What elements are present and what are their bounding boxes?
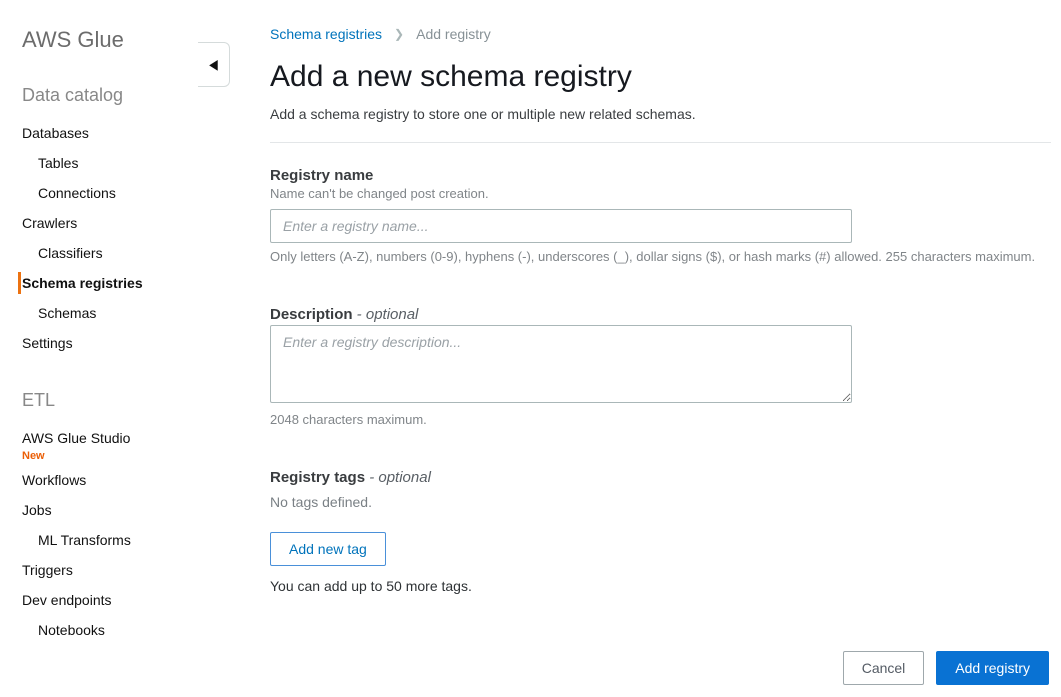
service-title: AWS Glue <box>0 0 190 53</box>
field-registry-tags: Registry tags - optional No tags defined… <box>270 469 1051 594</box>
registry-name-label: Registry name <box>270 167 1051 184</box>
sidebar-item-glue-studio[interactable]: AWS Glue Studio <box>0 423 190 453</box>
tags-optional: - optional <box>365 469 431 486</box>
sidebar-item-settings[interactable]: Settings <box>0 328 190 358</box>
sidebar-item-jobs[interactable]: Jobs <box>0 495 190 525</box>
registry-name-input[interactable] <box>270 209 852 243</box>
cancel-button[interactable]: Cancel <box>843 651 925 685</box>
description-textarea[interactable] <box>270 325 852 403</box>
sidebar-item-schemas[interactable]: Schemas <box>0 298 190 328</box>
sidebar-item-tables[interactable]: Tables <box>0 148 190 178</box>
sidebar-item-ml-transforms[interactable]: ML Transforms <box>0 525 190 555</box>
sidebar-collapse-toggle[interactable]: ◀ <box>198 42 230 87</box>
sidebar-item-workflows[interactable]: Workflows <box>0 465 190 495</box>
description-label: Description - optional <box>270 306 1051 323</box>
sidebar-item-schema-registries[interactable]: Schema registries <box>0 268 190 298</box>
registry-name-hint-top: Name can't be changed post creation. <box>270 186 1051 201</box>
page-subtitle: Add a schema registry to store one or mu… <box>270 106 1061 122</box>
tags-label: Registry tags - optional <box>270 469 1051 486</box>
sidebar-item-databases[interactable]: Databases <box>0 118 190 148</box>
sidebar-section-etl: ETL <box>0 390 190 411</box>
breadcrumb-parent-link[interactable]: Schema registries <box>270 26 382 42</box>
add-new-tag-button[interactable]: Add new tag <box>270 532 386 566</box>
tags-label-text: Registry tags <box>270 469 365 486</box>
sidebar-item-notebooks[interactable]: Notebooks <box>0 615 190 645</box>
chevron-right-icon: ❯ <box>394 27 404 41</box>
breadcrumb-current: Add registry <box>416 26 491 42</box>
field-description: Description - optional 2048 characters m… <box>270 306 1051 427</box>
sidebar-item-crawlers[interactable]: Crawlers <box>0 208 190 238</box>
tags-help-text: You can add up to 50 more tags. <box>270 578 1051 594</box>
page-title: Add a new schema registry <box>270 60 1061 94</box>
sidebar-nav-data-catalog: Databases Tables Connections Crawlers Cl… <box>0 118 190 358</box>
description-optional: - optional <box>353 306 419 323</box>
footer-actions: Cancel Add registry <box>843 651 1049 685</box>
tags-empty-text: No tags defined. <box>270 494 1051 510</box>
description-label-text: Description <box>270 306 353 323</box>
sidebar: AWS Glue Data catalog Databases Tables C… <box>0 0 190 697</box>
field-registry-name: Registry name Name can't be changed post… <box>270 167 1051 264</box>
sidebar-item-triggers[interactable]: Triggers <box>0 555 190 585</box>
sidebar-nav-etl: AWS Glue Studio New Workflows Jobs ML Tr… <box>0 423 190 645</box>
sidebar-item-connections[interactable]: Connections <box>0 178 190 208</box>
sidebar-item-classifiers[interactable]: Classifiers <box>0 238 190 268</box>
sidebar-item-dev-endpoints[interactable]: Dev endpoints <box>0 585 190 615</box>
registry-name-hint-bottom: Only letters (A-Z), numbers (0-9), hyphe… <box>270 249 1051 264</box>
description-hint-bottom: 2048 characters maximum. <box>270 412 1051 427</box>
chevron-left-icon: ◀ <box>209 56 218 73</box>
divider <box>270 142 1051 143</box>
sidebar-section-data-catalog: Data catalog <box>0 85 190 106</box>
add-registry-button[interactable]: Add registry <box>936 651 1049 685</box>
main-content: Schema registries ❯ Add registry Add a n… <box>190 0 1061 697</box>
breadcrumb: Schema registries ❯ Add registry <box>270 26 1061 42</box>
